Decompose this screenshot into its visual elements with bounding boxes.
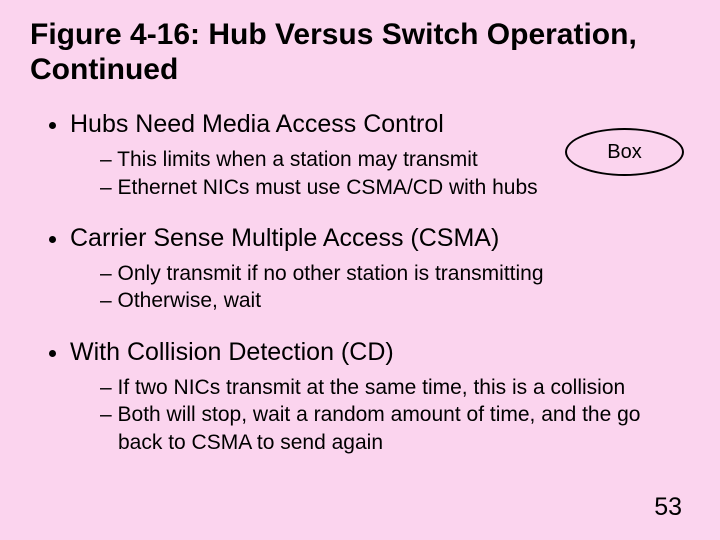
subbullet-2-2: Otherwise, wait	[100, 287, 690, 314]
bullet-section-3: With Collision Detection (CD) If two NIC…	[30, 337, 690, 456]
bullet-2: Carrier Sense Multiple Access (CSMA) Onl…	[70, 223, 690, 315]
slide-title: Figure 4-16: Hub Versus Switch Operation…	[30, 18, 690, 87]
subbullet-1-2: Ethernet NICs must use CSMA/CD with hubs	[100, 174, 690, 201]
box-ellipse: Box	[565, 128, 684, 176]
subbullet-3-1: If two NICs transmit at the same time, t…	[100, 374, 690, 401]
bullet-1-text: Hubs Need Media Access Control	[70, 110, 444, 138]
subbullet-3-2: Both will stop, wait a random amount of …	[100, 401, 690, 456]
page-number: 53	[654, 493, 682, 522]
bullet-2-text: Carrier Sense Multiple Access (CSMA)	[70, 224, 499, 252]
bullet-3: With Collision Detection (CD) If two NIC…	[70, 337, 690, 456]
box-callout: Box	[565, 128, 680, 172]
bullet-3-text: With Collision Detection (CD)	[70, 338, 394, 366]
subbullet-2-1: Only transmit if no other station is tra…	[100, 260, 690, 287]
slide: Figure 4-16: Hub Versus Switch Operation…	[0, 0, 720, 540]
bullet-section-2: Carrier Sense Multiple Access (CSMA) Onl…	[30, 223, 690, 315]
box-label: Box	[607, 141, 641, 164]
